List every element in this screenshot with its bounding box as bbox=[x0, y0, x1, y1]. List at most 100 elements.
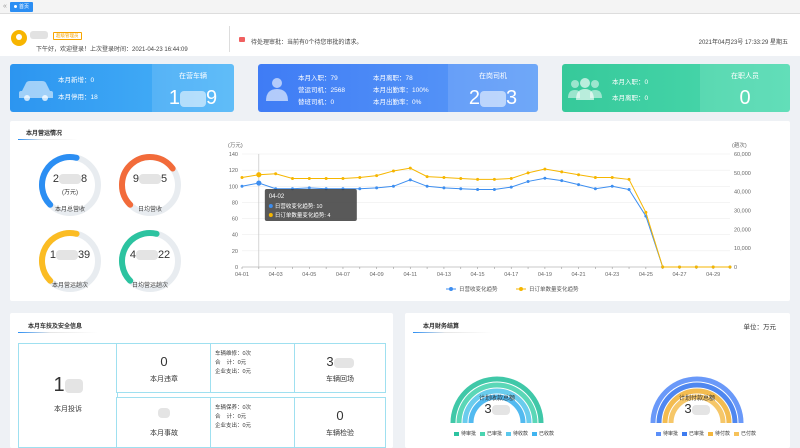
gauge-unit: (万元) bbox=[62, 190, 78, 196]
staff-total-value: 0 bbox=[739, 87, 751, 109]
driver-icon bbox=[266, 78, 288, 101]
finance-panel: 本月财务结算 单位：万元 计划收款总额 3 计划付款总额 3 待审批 已审批 待收款… bbox=[405, 313, 790, 448]
drivers-shift: 替班司机：0 bbox=[298, 99, 335, 106]
data-point bbox=[560, 179, 564, 183]
y-left-tick-label: 140 bbox=[229, 152, 238, 158]
legend-label: 已审批 bbox=[689, 431, 705, 437]
data-point bbox=[577, 183, 581, 187]
x-tick-label: 04-03 bbox=[269, 272, 283, 278]
trend-chart[interactable]: (万元) (趟次) 0 20 40 60 80 100 120 140 0 10,000 20,000 3… bbox=[220, 139, 780, 299]
gauge-value: 1 39 bbox=[49, 249, 91, 261]
legend-label: 待审批 bbox=[663, 431, 679, 437]
legend-swatch bbox=[656, 431, 661, 436]
accidents-value-redacted bbox=[117, 408, 211, 418]
gauge-2[interactable]: 9 5 日均营收 bbox=[115, 153, 185, 221]
approval-notice[interactable]: 待处理审批：当前有0个待您审批的请求。 bbox=[251, 37, 362, 46]
drivers-join: 本月入职：79 bbox=[298, 75, 338, 82]
y-right-tick-label: 50,000 bbox=[734, 171, 751, 177]
x-tick-label: 04-01 bbox=[235, 272, 249, 278]
x-tick-label: 04-21 bbox=[572, 272, 586, 278]
staff-leave: 本月离职：0 bbox=[612, 95, 649, 102]
data-point bbox=[256, 180, 262, 186]
return-value: 3 bbox=[295, 354, 385, 369]
staff-total-box: 在职人员 0 bbox=[700, 64, 790, 112]
y-left-axis-label: (万元) bbox=[228, 142, 243, 149]
safety-panel: 本月车技及安全信息 1 本月投诉 0 本月违章 本月事故 车辆维修：0次 合 计… bbox=[10, 313, 393, 448]
vehicles-total-box: 在营车辆 19 bbox=[152, 64, 234, 112]
data-point bbox=[526, 171, 530, 175]
complaints-label: 本月投诉 bbox=[54, 406, 82, 413]
data-point bbox=[509, 176, 513, 180]
finance-charts bbox=[450, 376, 744, 424]
data-point bbox=[627, 188, 631, 192]
gauge-3[interactable]: 1 39 本月营运趟次 bbox=[35, 229, 105, 297]
x-tick-label: 04-17 bbox=[504, 272, 518, 278]
data-point bbox=[509, 185, 513, 189]
data-point bbox=[307, 176, 311, 180]
legend-label: 待收款 bbox=[513, 431, 529, 437]
y-left-tick-label: 80 bbox=[232, 200, 238, 206]
gauge-value: 4 22 bbox=[129, 249, 171, 261]
revenue-panel: 本月营运情况 2 8 (万元) 本月总营收 9 5 日均营收 1 39 本月营运趟次 4 22 日均营运… bbox=[10, 121, 790, 301]
tab-home[interactable]: 首页 bbox=[10, 2, 34, 12]
violations-value: 0 bbox=[160, 354, 168, 369]
data-point bbox=[627, 177, 631, 181]
data-point bbox=[341, 176, 345, 180]
complaints-box[interactable]: 1 本月投诉 bbox=[18, 343, 118, 448]
gauge-label: 本月营运趟次 bbox=[51, 283, 88, 289]
revenue-panel-title: 本月营运情况 bbox=[26, 131, 63, 137]
maintenance-stats: 车辆保养：0次 合 计：0元 企业支出：0元 bbox=[215, 405, 252, 429]
legend-label: 待付款 bbox=[715, 431, 731, 437]
violations-box[interactable]: 0 本月违章 bbox=[116, 343, 212, 393]
complaints-value: 1 bbox=[19, 374, 117, 397]
data-point bbox=[593, 176, 597, 180]
data-point bbox=[459, 176, 463, 180]
receive-center-value: 3 bbox=[452, 401, 542, 416]
repair-stats: 车辆维修：0次 合 计：0元 企业支出：0元 bbox=[215, 351, 252, 375]
y-right-tick-label: 30,000 bbox=[734, 209, 751, 215]
pay-center-value: 3 bbox=[652, 401, 742, 416]
data-point bbox=[324, 176, 328, 180]
gauge-value: 95 bbox=[132, 173, 168, 185]
inspection-box[interactable]: 0 车辆检验 bbox=[294, 397, 386, 448]
maintenance-box[interactable]: 车辆保养：0次 合 计：0元 企业支出：0元 bbox=[210, 397, 296, 448]
vehicles-new: 本月新增：0 bbox=[58, 77, 95, 84]
gauge-4[interactable]: 4 22 日均营运趟次 bbox=[115, 229, 185, 297]
y-left-tick-label: 40 bbox=[232, 233, 238, 239]
y-right-tick-label: 0 bbox=[734, 265, 737, 271]
data-point bbox=[492, 188, 496, 192]
return-box[interactable]: 3 车辆回场 bbox=[294, 343, 386, 393]
data-point bbox=[425, 184, 429, 188]
x-tick-label: 04-13 bbox=[437, 272, 451, 278]
drivers-card[interactable]: 本月入职：79 本月离职：78 营运司机：2568 本月出勤率：100% 替班司… bbox=[258, 64, 538, 112]
x-tick-label: 04-07 bbox=[336, 272, 350, 278]
vehicles-title: 在营车辆 bbox=[179, 73, 207, 80]
drivers-title: 在岗司机 bbox=[479, 73, 507, 80]
data-point bbox=[728, 265, 732, 269]
drivers-leave: 本月离职：78 bbox=[373, 75, 413, 82]
data-point bbox=[307, 186, 311, 190]
drivers-operating: 营运司机：2568 bbox=[298, 87, 345, 94]
y-right-tick-label: 10,000 bbox=[734, 246, 751, 252]
data-point bbox=[678, 265, 682, 269]
data-point bbox=[459, 187, 463, 191]
legend-label: 已审批 bbox=[487, 431, 503, 437]
gauge-1[interactable]: 2 8 (万元) 本月总营收 bbox=[35, 153, 105, 221]
x-tick-label: 04-11 bbox=[403, 272, 417, 278]
data-point bbox=[375, 174, 379, 178]
gauge-label: 日均营运趟次 bbox=[131, 283, 168, 289]
repair-box[interactable]: 车辆维修：0次 合 计：0元 企业支出：0元 bbox=[210, 343, 296, 393]
vehicles-card[interactable]: 本月新增：0 本月停用：18 在营车辆 19 bbox=[10, 64, 234, 112]
data-point bbox=[661, 265, 665, 269]
legend-label: 已付款 bbox=[741, 431, 757, 437]
x-tick-label: 04-15 bbox=[471, 272, 485, 278]
accidents-box[interactable]: 本月事故 bbox=[116, 397, 212, 448]
legend-marker bbox=[519, 287, 523, 291]
data-point bbox=[694, 265, 698, 269]
data-point bbox=[290, 176, 294, 180]
collapse-nav-icon[interactable]: « bbox=[3, 3, 7, 10]
avatar[interactable] bbox=[11, 30, 27, 46]
staff-card[interactable]: 本月入职：0 本月离职：0 在职人员 0 bbox=[562, 64, 790, 112]
data-point bbox=[711, 265, 715, 269]
x-tick-label: 04-23 bbox=[605, 272, 619, 278]
